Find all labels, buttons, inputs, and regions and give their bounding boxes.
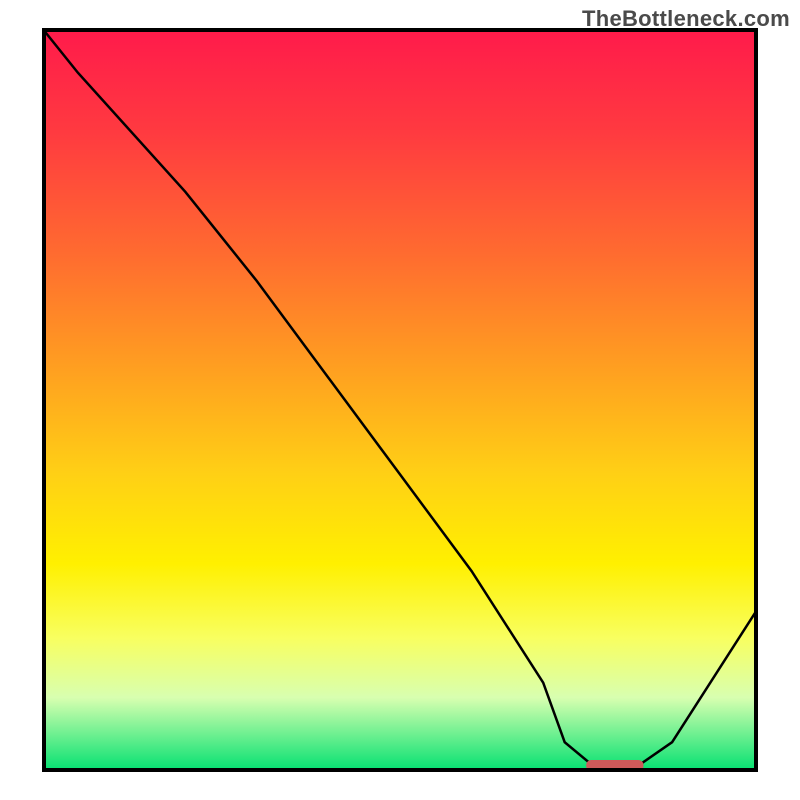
chart-container: TheBottleneck.com [0, 0, 800, 800]
optimal-range-marker [586, 760, 643, 771]
chart-svg [42, 28, 758, 772]
plot-area [42, 28, 758, 772]
bottleneck-curve [42, 28, 758, 772]
watermark-label: TheBottleneck.com [582, 6, 790, 32]
